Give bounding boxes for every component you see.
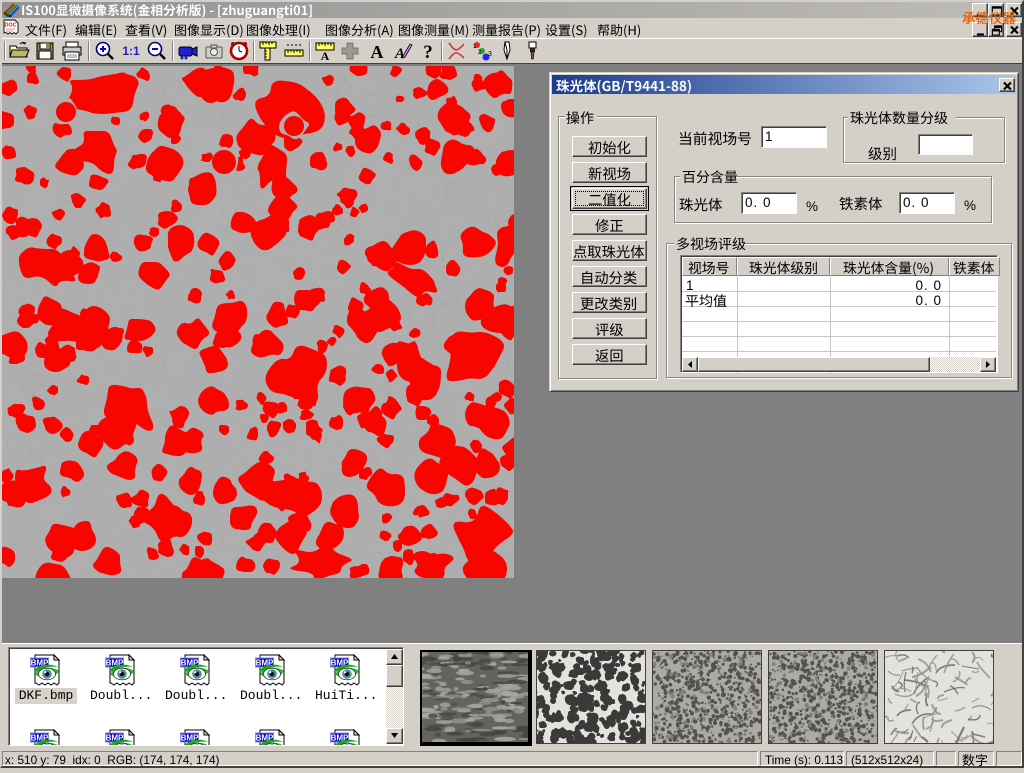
svg-text:1:1: 1:1	[122, 44, 140, 58]
svg-text:DOC: DOC	[4, 23, 16, 29]
svg-text:A: A	[371, 42, 384, 62]
svg-text:A: A	[394, 46, 405, 62]
svg-text:?: ?	[423, 42, 433, 62]
svg-text:A: A	[321, 49, 330, 62]
svg-text:3: 3	[488, 51, 492, 58]
